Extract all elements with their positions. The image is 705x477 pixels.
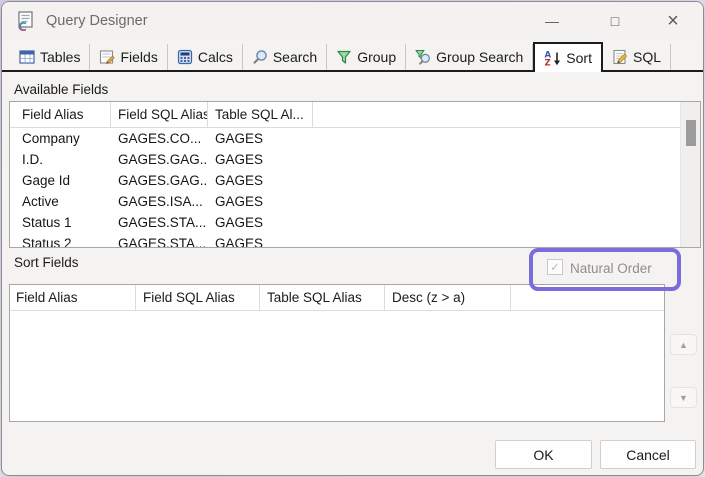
natural-order-label: Natural Order: [570, 261, 652, 276]
table-row[interactable]: Gage Id GAGES.GAG... GAGES: [10, 170, 700, 191]
svg-text:C: C: [18, 20, 27, 32]
close-button[interactable]: ×: [655, 2, 691, 40]
natural-order-checkbox[interactable]: ✓: [547, 259, 563, 275]
move-up-icon: ▲: [679, 340, 688, 350]
column-header-table-sql-alias[interactable]: Table SQL Alias: [260, 285, 385, 310]
form-pencil-icon: [99, 49, 115, 65]
funnel-icon: [336, 49, 352, 65]
tab-label: Group: [357, 49, 396, 65]
table-row[interactable]: Status 2 GAGES.STA... GAGES: [10, 233, 700, 248]
table-row[interactable]: Company GAGES.CO... GAGES: [10, 128, 700, 149]
maximize-icon: □: [611, 13, 619, 29]
scrollbar-thumb[interactable]: [686, 120, 696, 146]
move-up-button[interactable]: ▲: [670, 334, 697, 355]
available-fields-table: Field Alias Field SQL Alias Table SQL Al…: [9, 101, 701, 248]
column-header-desc[interactable]: Desc (z > a): [385, 285, 511, 310]
tab-label: Sort: [566, 50, 592, 66]
sort-fields-table: Field Alias Field SQL Alias Table SQL Al…: [9, 284, 665, 422]
tab-label: Fields: [120, 49, 157, 65]
svg-text:Z: Z: [545, 59, 551, 67]
table-row[interactable]: I.D. GAGES.GAG... GAGES: [10, 149, 700, 170]
tab-calcs[interactable]: Calcs: [168, 44, 243, 70]
tab-label: Group Search: [436, 49, 523, 65]
sort-fields-header: Field Alias Field SQL Alias Table SQL Al…: [10, 285, 664, 311]
window-title: Query Designer: [46, 13, 148, 29]
app-icon: C: [15, 11, 36, 32]
column-header-field-sql-alias[interactable]: Field SQL Alias: [111, 102, 208, 127]
move-down-button[interactable]: ▼: [670, 387, 697, 408]
script-pencil-icon: [612, 49, 628, 65]
table-icon: [19, 49, 35, 65]
tab-label: SQL: [633, 49, 661, 65]
tab-group[interactable]: Group: [327, 44, 406, 70]
funnel-magnifier-icon: [415, 49, 431, 65]
column-header-field-sql-alias[interactable]: Field SQL Alias: [136, 285, 260, 310]
column-header-table-sql-alias[interactable]: Table SQL Al...: [208, 102, 313, 127]
magnifier-icon: [252, 49, 268, 65]
close-icon: ×: [667, 10, 679, 33]
tab-sort[interactable]: A Z Sort: [533, 42, 603, 72]
move-down-icon: ▼: [679, 393, 688, 403]
query-designer-dialog: C Query Designer — □ × Tables: [1, 1, 704, 476]
calculator-icon: [177, 49, 193, 65]
tab-label: Tables: [40, 49, 80, 65]
tab-label: Search: [273, 49, 317, 65]
table-row[interactable]: Status 1 GAGES.STA... GAGES: [10, 212, 700, 233]
column-header-field-alias[interactable]: Field Alias: [10, 102, 111, 127]
tab-fields[interactable]: Fields: [90, 44, 167, 70]
az-sort-icon: A Z: [544, 50, 561, 66]
minimize-icon: —: [545, 13, 559, 29]
tab-label: Calcs: [198, 49, 233, 65]
checkmark-icon: ✓: [550, 260, 560, 274]
sort-fields-label: Sort Fields: [14, 255, 79, 270]
cancel-button[interactable]: Cancel: [600, 440, 696, 469]
maximize-button[interactable]: □: [597, 2, 633, 40]
tab-strip: Tables Fields: [10, 42, 671, 70]
tab-tables[interactable]: Tables: [10, 44, 90, 70]
tab-group-search[interactable]: Group Search: [406, 44, 533, 70]
table-row[interactable]: Active GAGES.ISA... GAGES: [10, 191, 700, 212]
column-header-field-alias[interactable]: Field Alias: [10, 285, 136, 310]
tab-sql[interactable]: SQL: [603, 44, 671, 70]
tab-search[interactable]: Search: [243, 44, 327, 70]
vertical-scrollbar[interactable]: [680, 102, 700, 247]
minimize-button[interactable]: —: [534, 2, 570, 40]
available-fields-label: Available Fields: [14, 82, 108, 97]
available-fields-header: Field Alias Field SQL Alias Table SQL Al…: [10, 102, 700, 128]
ok-button[interactable]: OK: [495, 440, 592, 469]
